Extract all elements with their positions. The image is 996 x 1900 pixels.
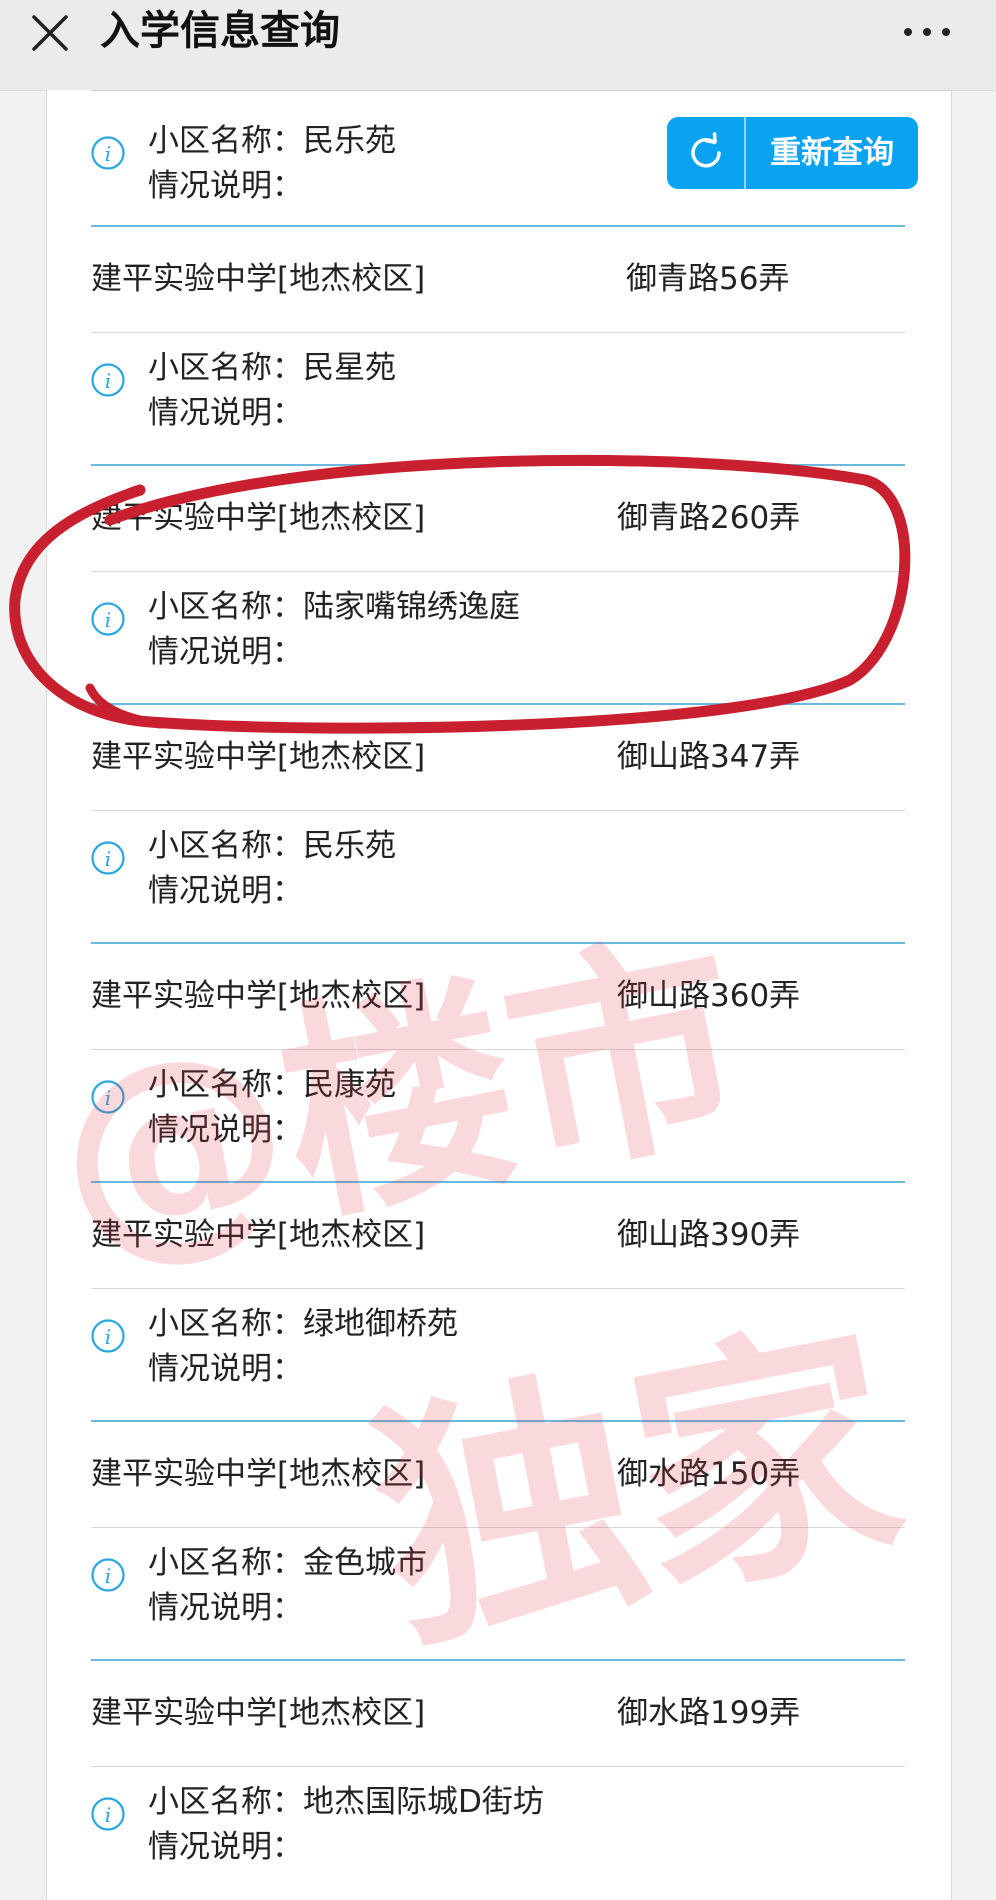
svg-text:i: i bbox=[105, 1803, 111, 1827]
note-label: 情况说明： bbox=[148, 1590, 303, 1626]
note-label: 情况说明： bbox=[148, 873, 303, 909]
svg-text:i: i bbox=[105, 608, 111, 632]
community-name-value: 民康苑 bbox=[303, 1067, 396, 1103]
info-icon: i bbox=[91, 841, 125, 875]
info-icon: i bbox=[91, 136, 125, 170]
note-label: 情况说明： bbox=[148, 634, 303, 670]
row-divider bbox=[91, 1288, 905, 1289]
row-divider bbox=[91, 1420, 905, 1422]
address-text: 御水路150弄 bbox=[617, 1456, 801, 1492]
row-divider bbox=[91, 810, 905, 811]
school-name: 建平实验中学[地杰校区] bbox=[91, 500, 426, 536]
community-name-line: 小区名称：金色城市 bbox=[148, 1543, 427, 1583]
school-name: 建平实验中学[地杰校区] bbox=[91, 1695, 426, 1731]
community-name-label: 小区名称： bbox=[148, 589, 303, 625]
requery-button-label: 重新查询 bbox=[770, 135, 894, 171]
row-divider bbox=[91, 1659, 905, 1661]
community-name-line: 小区名称：陆家嘴锦绣逸庭 bbox=[148, 587, 520, 627]
refresh-icon bbox=[691, 132, 721, 168]
community-name-line: 小区名称：民乐苑 bbox=[148, 826, 396, 866]
divider bbox=[91, 90, 951, 91]
row-divider bbox=[91, 225, 905, 227]
svg-text:i: i bbox=[105, 1086, 111, 1110]
address-text: 御山路347弄 bbox=[617, 739, 801, 775]
community-name-value: 民乐苑 bbox=[303, 123, 396, 159]
note-label: 情况说明： bbox=[148, 1829, 303, 1865]
svg-text:i: i bbox=[105, 847, 111, 871]
address-text: 御青路56弄 bbox=[626, 261, 790, 297]
close-icon[interactable] bbox=[30, 13, 70, 53]
address-text: 御山路390弄 bbox=[617, 1217, 801, 1253]
community-name-label: 小区名称： bbox=[148, 350, 303, 386]
community-name-value: 金色城市 bbox=[303, 1545, 427, 1581]
community-name-value: 陆家嘴锦绣逸庭 bbox=[303, 589, 520, 625]
community-name-label: 小区名称： bbox=[148, 1545, 303, 1581]
community-name-line: 小区名称：民星苑 bbox=[148, 348, 396, 388]
community-name-label: 小区名称： bbox=[148, 1784, 303, 1820]
note-label: 情况说明： bbox=[148, 1351, 303, 1387]
note-label: 情况说明： bbox=[148, 395, 303, 431]
school-name: 建平实验中学[地杰校区] bbox=[91, 1456, 426, 1492]
community-name-line: 小区名称：地杰国际城D街坊 bbox=[148, 1782, 544, 1822]
address-text: 御青路260弄 bbox=[617, 500, 801, 536]
page-title: 入学信息查询 bbox=[100, 8, 340, 54]
community-name-value: 地杰国际城D街坊 bbox=[303, 1784, 544, 1820]
info-icon: i bbox=[91, 363, 125, 397]
info-icon: i bbox=[91, 1797, 125, 1831]
community-name-line: 小区名称：绿地御桥苑 bbox=[148, 1304, 458, 1344]
row-divider bbox=[91, 1766, 905, 1767]
refresh-icon-area bbox=[667, 117, 746, 189]
svg-text:i: i bbox=[105, 142, 111, 166]
row-divider bbox=[91, 1527, 905, 1528]
school-name: 建平实验中学[地杰校区] bbox=[91, 739, 426, 775]
row-divider bbox=[91, 332, 905, 333]
info-icon: i bbox=[91, 602, 125, 636]
row-divider bbox=[91, 1049, 905, 1050]
svg-text:i: i bbox=[105, 1564, 111, 1588]
community-name-label: 小区名称： bbox=[148, 1306, 303, 1342]
community-name-label: 小区名称： bbox=[148, 1067, 303, 1103]
info-icon: i bbox=[91, 1558, 125, 1592]
info-icon: i bbox=[91, 1080, 125, 1114]
school-name: 建平实验中学[地杰校区] bbox=[91, 1217, 426, 1253]
community-name-value: 民星苑 bbox=[303, 350, 396, 386]
address-text: 御山路360弄 bbox=[617, 978, 801, 1014]
row-divider bbox=[91, 942, 905, 944]
app-header: 入学信息查询 bbox=[0, 0, 996, 91]
community-name-label: 小区名称： bbox=[148, 123, 303, 159]
row-divider bbox=[91, 1181, 905, 1183]
note-label: 情况说明： bbox=[148, 168, 303, 204]
more-icon[interactable] bbox=[902, 20, 952, 44]
row-divider bbox=[91, 571, 905, 572]
community-name-label: 小区名称： bbox=[148, 828, 303, 864]
address-text: 御水路199弄 bbox=[617, 1695, 801, 1731]
note-label: 情况说明： bbox=[148, 1112, 303, 1148]
community-name-value: 绿地御桥苑 bbox=[303, 1306, 458, 1342]
school-name: 建平实验中学[地杰校区] bbox=[91, 978, 426, 1014]
community-name-value: 民乐苑 bbox=[303, 828, 396, 864]
community-name-line: 小区名称：民康苑 bbox=[148, 1065, 396, 1105]
community-name-line: 小区名称：民乐苑 bbox=[148, 121, 396, 161]
row-divider bbox=[91, 703, 905, 705]
svg-text:i: i bbox=[105, 1325, 111, 1349]
school-name: 建平实验中学[地杰校区] bbox=[91, 261, 426, 297]
requery-button[interactable]: 重新查询 bbox=[667, 117, 918, 189]
svg-text:i: i bbox=[105, 369, 111, 393]
row-divider bbox=[91, 464, 905, 466]
info-icon: i bbox=[91, 1319, 125, 1353]
